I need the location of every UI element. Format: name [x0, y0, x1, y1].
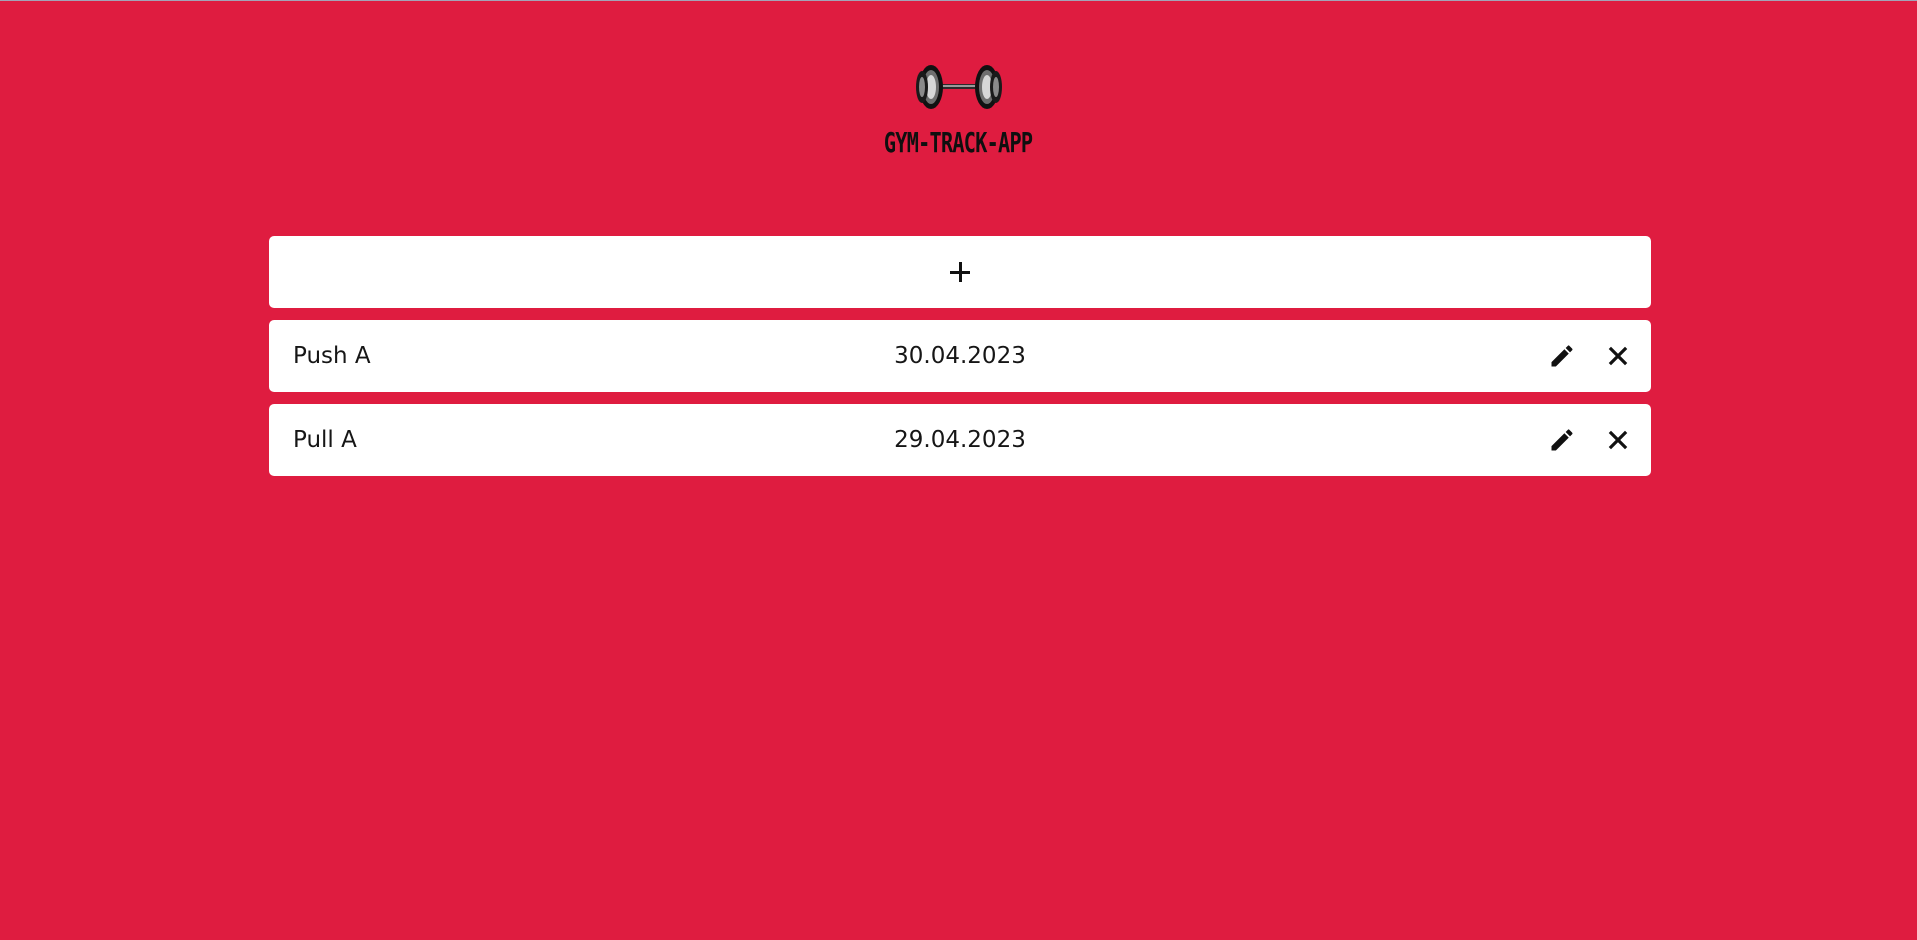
close-icon[interactable]: [1606, 428, 1630, 452]
workout-date: 30.04.2023: [894, 343, 1026, 369]
dumbbell-icon: [915, 65, 1002, 109]
pencil-icon[interactable]: [1548, 342, 1576, 370]
workout-name: Push A: [293, 343, 371, 369]
workout-list: Push A 30.04.2023 Pull A 29.04.2023: [269, 236, 1651, 476]
workout-row: Pull A 29.04.2023: [269, 404, 1651, 476]
plus-icon: [950, 262, 970, 282]
close-icon[interactable]: [1606, 344, 1630, 368]
app-title: GYM-TRACK-APP: [884, 126, 1033, 159]
add-workout-button[interactable]: [269, 236, 1651, 308]
workout-row: Push A 30.04.2023: [269, 320, 1651, 392]
top-divider: [0, 0, 1917, 1]
pencil-icon[interactable]: [1548, 426, 1576, 454]
workout-name: Pull A: [293, 427, 357, 453]
workout-date: 29.04.2023: [894, 427, 1026, 453]
app-header: GYM-TRACK-APP: [0, 60, 1917, 158]
